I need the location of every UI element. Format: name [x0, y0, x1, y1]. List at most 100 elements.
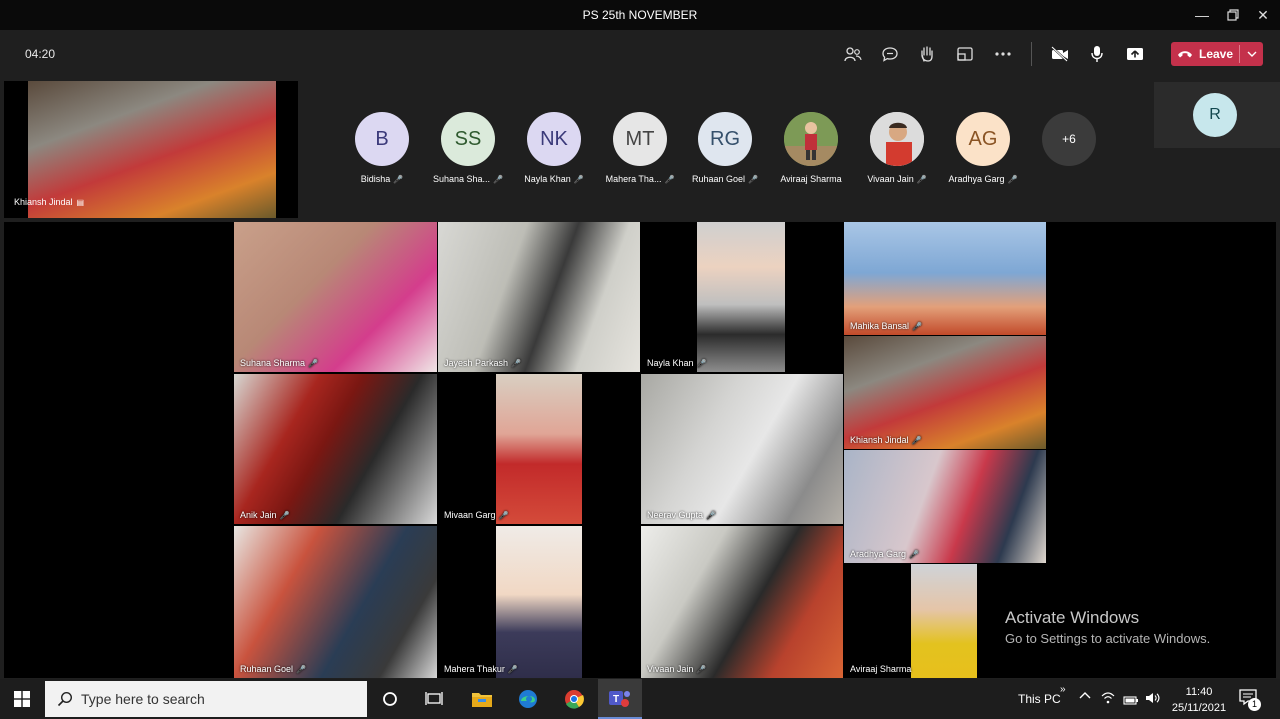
- rooms-button[interactable]: [950, 40, 980, 68]
- watermark-subtitle: Go to Settings to activate Windows.: [1005, 631, 1211, 646]
- avatar-mahera[interactable]: MT: [613, 112, 667, 166]
- mic-muted-icon: 🎤: [573, 175, 584, 184]
- cortana-button[interactable]: [368, 679, 412, 719]
- more-participants-button[interactable]: +6: [1042, 112, 1096, 166]
- avatar-suhana[interactable]: SS: [441, 112, 495, 166]
- chrome-icon: [565, 690, 584, 709]
- leave-options-button[interactable]: [1240, 42, 1263, 66]
- participants-button[interactable]: [838, 40, 868, 68]
- tile-name: Mivaan Garg 🎤: [444, 510, 509, 520]
- participant-name: Khiansh Jindal: [850, 435, 909, 445]
- leave-button[interactable]: Leave: [1171, 42, 1263, 66]
- edge-button[interactable]: [506, 679, 550, 719]
- participant-name: Anik Jain: [240, 510, 277, 520]
- participant-name: Nayla Khan: [524, 174, 571, 184]
- video-tile[interactable]: Anik Jain 🎤: [234, 374, 437, 524]
- tile-name: Khiansh Jindal 🎤: [850, 435, 922, 445]
- avatar-aradhya[interactable]: AG: [956, 112, 1010, 166]
- mic-toggle-button[interactable]: [1082, 40, 1112, 68]
- activate-windows-watermark: Activate Windows Go to Settings to activ…: [1005, 608, 1210, 646]
- minimize-button[interactable]: —: [1185, 0, 1219, 30]
- reactions-button[interactable]: [912, 40, 942, 68]
- tile-video: [697, 222, 785, 372]
- tile-video: [496, 526, 582, 678]
- avatar-initials: B: [375, 127, 389, 150]
- start-button[interactable]: [0, 679, 44, 719]
- edge-icon: [519, 690, 537, 708]
- restore-button[interactable]: [1216, 0, 1250, 30]
- video-tile[interactable]: Suhana Sharma 🎤: [234, 222, 437, 372]
- leave-main[interactable]: Leave: [1171, 42, 1239, 66]
- camera-off-icon: [1051, 46, 1068, 62]
- toolbar-divider: [1031, 42, 1032, 66]
- avatar-vivaan[interactable]: [870, 112, 924, 166]
- notification-badge: 1: [1248, 698, 1261, 711]
- windows-logo-icon: [14, 691, 30, 707]
- video-tile[interactable]: Aradhya Garg 🎤: [844, 450, 1046, 563]
- taskbar-search-box[interactable]: Type here to search: [45, 681, 367, 717]
- avatar-name: Aradhya Garg 🎤: [938, 174, 1028, 184]
- video-tile[interactable]: Ruhaan Goel 🎤: [234, 526, 437, 678]
- tile-name: Neerav Gupta 🎤: [647, 510, 716, 520]
- notifications-button[interactable]: 1: [1238, 688, 1262, 712]
- more-icon: [995, 52, 1011, 56]
- avatar-aviraaj[interactable]: [784, 112, 838, 166]
- camera-toggle-button[interactable]: [1045, 40, 1075, 68]
- mic-muted-icon: 🎤: [909, 550, 919, 559]
- mic-muted-icon: 🎤: [706, 511, 716, 520]
- video-tile[interactable]: Neerav Gupta 🎤: [641, 374, 843, 524]
- participant-name: Suhana Sharma: [240, 358, 306, 368]
- video-tile[interactable]: Vivaan Jain 🎤: [641, 526, 843, 678]
- participant-name: Aradhya Garg: [850, 549, 907, 559]
- task-view-button[interactable]: [412, 679, 456, 719]
- task-view-icon: [425, 692, 443, 705]
- video-tile[interactable]: Mivaan Garg 🎤: [438, 374, 640, 524]
- video-tile[interactable]: Mahika Bansal 🎤: [844, 222, 1046, 335]
- teams-taskbar-button[interactable]: T: [598, 679, 642, 719]
- teams-icon: T: [609, 688, 631, 713]
- participant-name: Mahera Thakur: [444, 664, 505, 674]
- show-hidden-icons-button[interactable]: [1079, 688, 1091, 702]
- video-tile[interactable]: Mahera Thakur 🎤: [438, 526, 640, 678]
- video-tile[interactable]: Nayla Khan 🎤: [641, 222, 843, 372]
- file-explorer-button[interactable]: [460, 679, 504, 719]
- avatar-nayla[interactable]: NK: [527, 112, 581, 166]
- chat-button[interactable]: [875, 40, 905, 68]
- avatar-r[interactable]: R: [1193, 93, 1237, 137]
- chrome-button[interactable]: [552, 679, 596, 719]
- this-pc-toolbar[interactable]: This PC: [1018, 692, 1061, 706]
- restore-icon: [1227, 9, 1239, 21]
- network-button[interactable]: [1101, 692, 1115, 707]
- share-icon: [1127, 48, 1143, 60]
- avatar-name: Aviraaj Sharma: [766, 174, 856, 184]
- avatar-name: Vivaan Jain 🎤: [852, 174, 942, 184]
- participant-name: Bidisha: [360, 174, 391, 184]
- volume-button[interactable]: [1145, 692, 1161, 707]
- mic-muted-icon: 🎤: [1007, 175, 1018, 184]
- taskbar-clock[interactable]: 11:40 25/11/2021: [1170, 684, 1228, 716]
- avatar-ruhaan[interactable]: RG: [698, 112, 752, 166]
- wifi-icon: [1101, 692, 1115, 704]
- avatar-initials: SS: [454, 127, 482, 150]
- participant-name: Mahera Tha...: [605, 174, 662, 184]
- search-placeholder: Type here to search: [81, 691, 205, 707]
- mic-muted-icon: 🎤: [498, 511, 509, 520]
- participant-name: Mahika Bansal: [850, 321, 910, 331]
- share-screen-button[interactable]: [1120, 40, 1150, 68]
- folder-icon: [472, 693, 492, 707]
- mic-muted-icon: 🎤: [279, 511, 290, 520]
- video-tile[interactable]: Aviraaj Sharma: [844, 564, 977, 678]
- avatar-name: Bidisha 🎤: [337, 174, 427, 184]
- more-actions-button[interactable]: [988, 40, 1018, 68]
- toolbar-expand-icon[interactable]: »: [1060, 684, 1066, 695]
- self-view-tile[interactable]: Khiansh Jindal ▤: [4, 81, 298, 218]
- close-window-button[interactable]: ✕: [1246, 0, 1280, 30]
- avatar-bidisha[interactable]: B: [355, 112, 409, 166]
- avatar-photo: [784, 112, 838, 166]
- participant-name: Suhana Sha...: [432, 174, 491, 184]
- tile-name: Aradhya Garg 🎤: [850, 549, 919, 559]
- video-tile[interactable]: Khiansh Jindal 🎤: [844, 336, 1046, 449]
- participant-name: Aviraaj Sharma: [780, 174, 842, 184]
- video-tile[interactable]: Jayesh Parkash 🎤: [438, 222, 640, 372]
- battery-button[interactable]: [1123, 694, 1139, 708]
